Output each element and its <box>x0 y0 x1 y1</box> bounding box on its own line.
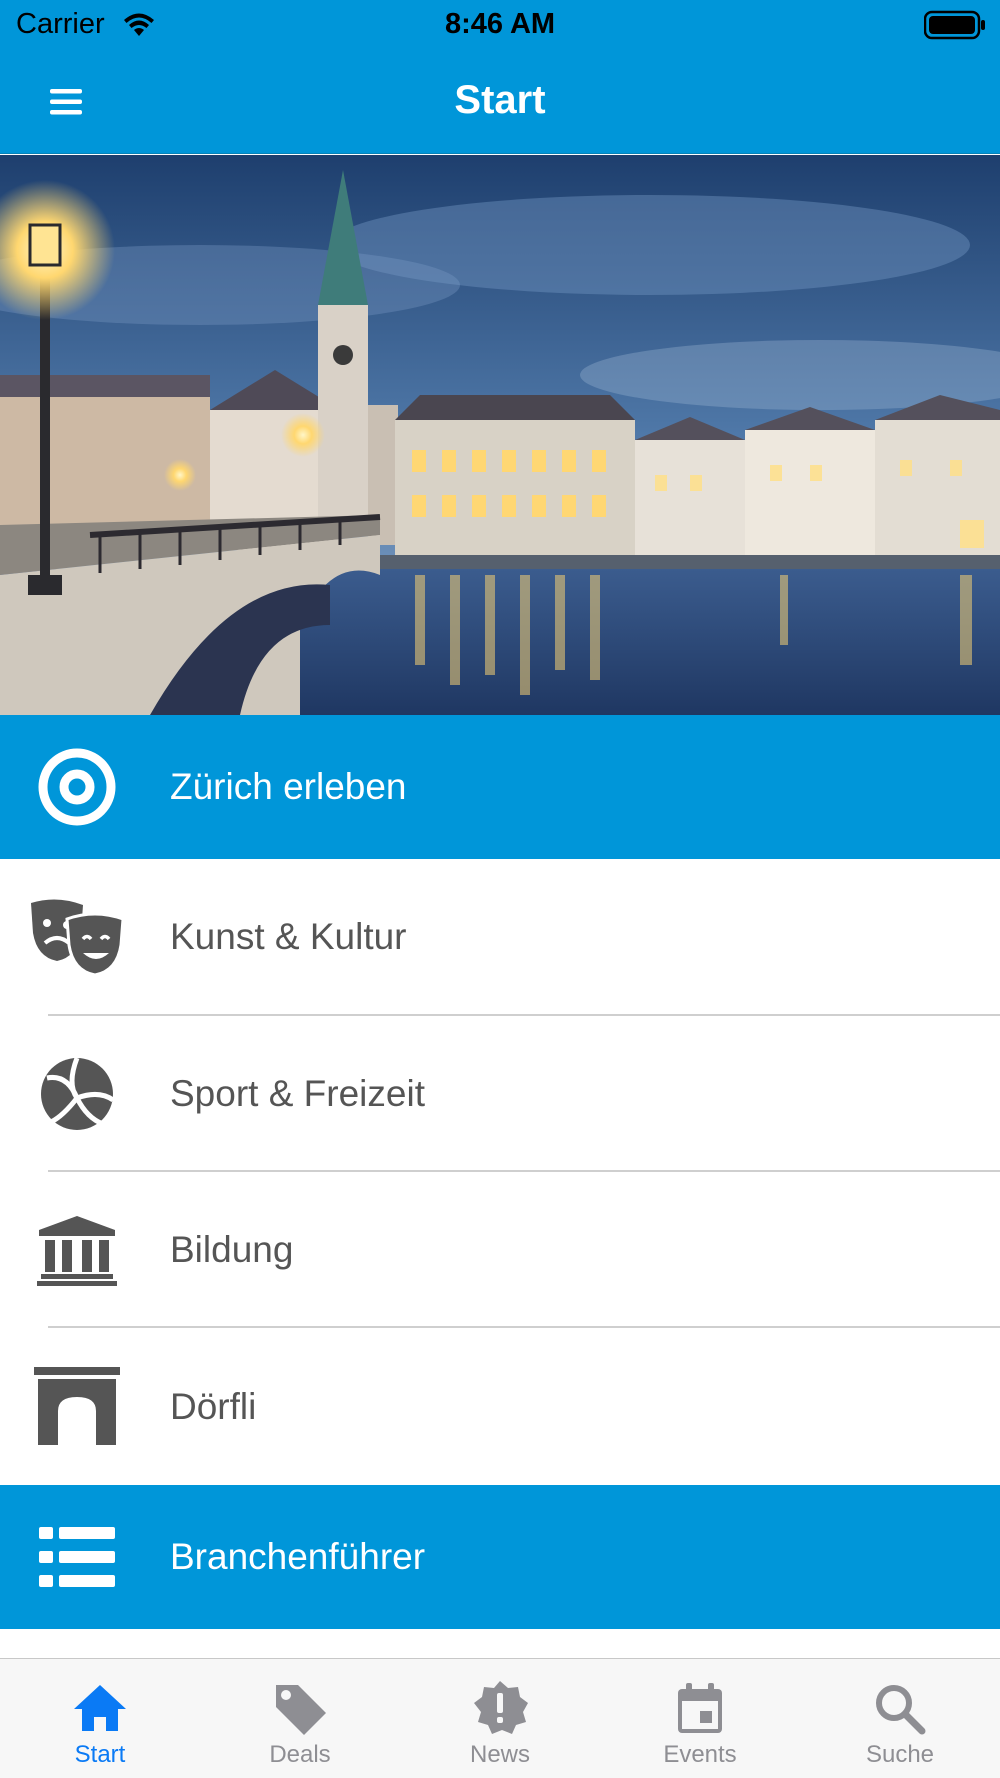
status-time: 8:46 AM <box>444 8 556 40</box>
menu-item-label: Dörfli <box>170 1385 257 1427</box>
tab-news[interactable]: News <box>400 1659 600 1778</box>
menu-item-label: Bildung <box>170 1228 294 1270</box>
alert-badge-icon <box>470 1679 530 1737</box>
hero-image <box>0 155 1000 715</box>
tab-label: Start <box>74 1741 126 1768</box>
tag-icon <box>270 1679 330 1737</box>
target-icon <box>22 737 132 837</box>
menu-item-kunst-kultur[interactable]: Kunst & Kultur <box>0 859 1000 1015</box>
tab-label: News <box>469 1741 530 1768</box>
status-bar: Carrier 8:46 AM <box>0 0 1000 52</box>
tab-label: Suche <box>865 1741 935 1768</box>
menu-item-label: Sport & Freizeit <box>170 1072 425 1114</box>
tab-label: Deals <box>269 1741 331 1768</box>
search-icon <box>870 1679 930 1737</box>
tab-events[interactable]: Events <box>600 1659 800 1778</box>
archway-icon <box>22 1357 132 1457</box>
navigation-bar: Start <box>0 52 1000 154</box>
menu-item-label: Branchenführer <box>170 1536 426 1577</box>
institution-icon <box>22 1200 132 1300</box>
theater-masks-icon <box>22 887 132 987</box>
tab-deals[interactable]: Deals <box>200 1659 400 1778</box>
menu-item-doerfli[interactable]: Dörfli <box>0 1328 1000 1485</box>
menu-item-branchenfuehrer[interactable]: Branchenführer <box>0 1485 1000 1629</box>
calendar-icon <box>670 1679 730 1737</box>
battery-icon <box>923 10 986 45</box>
menu-item-sport-freizeit[interactable]: Sport & Freizeit <box>0 1016 1000 1171</box>
tab-suche[interactable]: Suche <box>800 1659 1000 1778</box>
menu-item-label: Kunst & Kultur <box>170 916 407 957</box>
tab-bar: Start Deals News Events Suche <box>0 1658 1000 1778</box>
volleyball-icon <box>22 1044 132 1144</box>
list-icon <box>22 1507 132 1607</box>
menu-item-label: Zürich erleben <box>170 766 407 807</box>
page-title: Start <box>454 78 546 122</box>
tab-start[interactable]: Start <box>0 1659 200 1778</box>
menu-item-zuerich-erleben[interactable]: Zürich erleben <box>0 715 1000 859</box>
tab-label: Events <box>663 1741 737 1768</box>
home-icon <box>70 1679 130 1737</box>
menu-item-bildung[interactable]: Bildung <box>0 1172 1000 1327</box>
